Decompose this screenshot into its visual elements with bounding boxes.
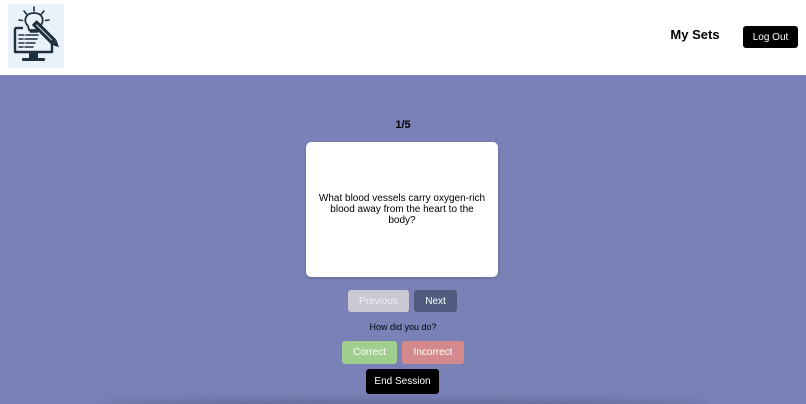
previous-button[interactable]: Previous	[348, 290, 409, 312]
footer-shadow	[100, 399, 710, 404]
study-session-area: 1/5 What blood vessels carry oxygen-rich…	[0, 75, 806, 404]
top-navbar: My Sets Log Out	[0, 0, 806, 75]
end-session-button[interactable]: End Session	[366, 369, 439, 394]
card-counter: 1/5	[395, 119, 411, 131]
flashcard-question: What blood vessels carry oxygen-rich blo…	[318, 193, 486, 226]
self-assessment-prompt: How did you do?	[369, 322, 437, 332]
app-logo[interactable]	[8, 4, 64, 68]
my-sets-link[interactable]: My Sets	[669, 27, 721, 42]
correct-button[interactable]: Correct	[342, 341, 397, 364]
next-button[interactable]: Next	[414, 290, 457, 312]
lightbulb-computer-pencil-icon	[13, 6, 59, 61]
logout-button[interactable]: Log Out	[743, 26, 798, 48]
incorrect-button[interactable]: Incorrect	[402, 341, 464, 364]
flashcard[interactable]: What blood vessels carry oxygen-rich blo…	[306, 142, 498, 277]
